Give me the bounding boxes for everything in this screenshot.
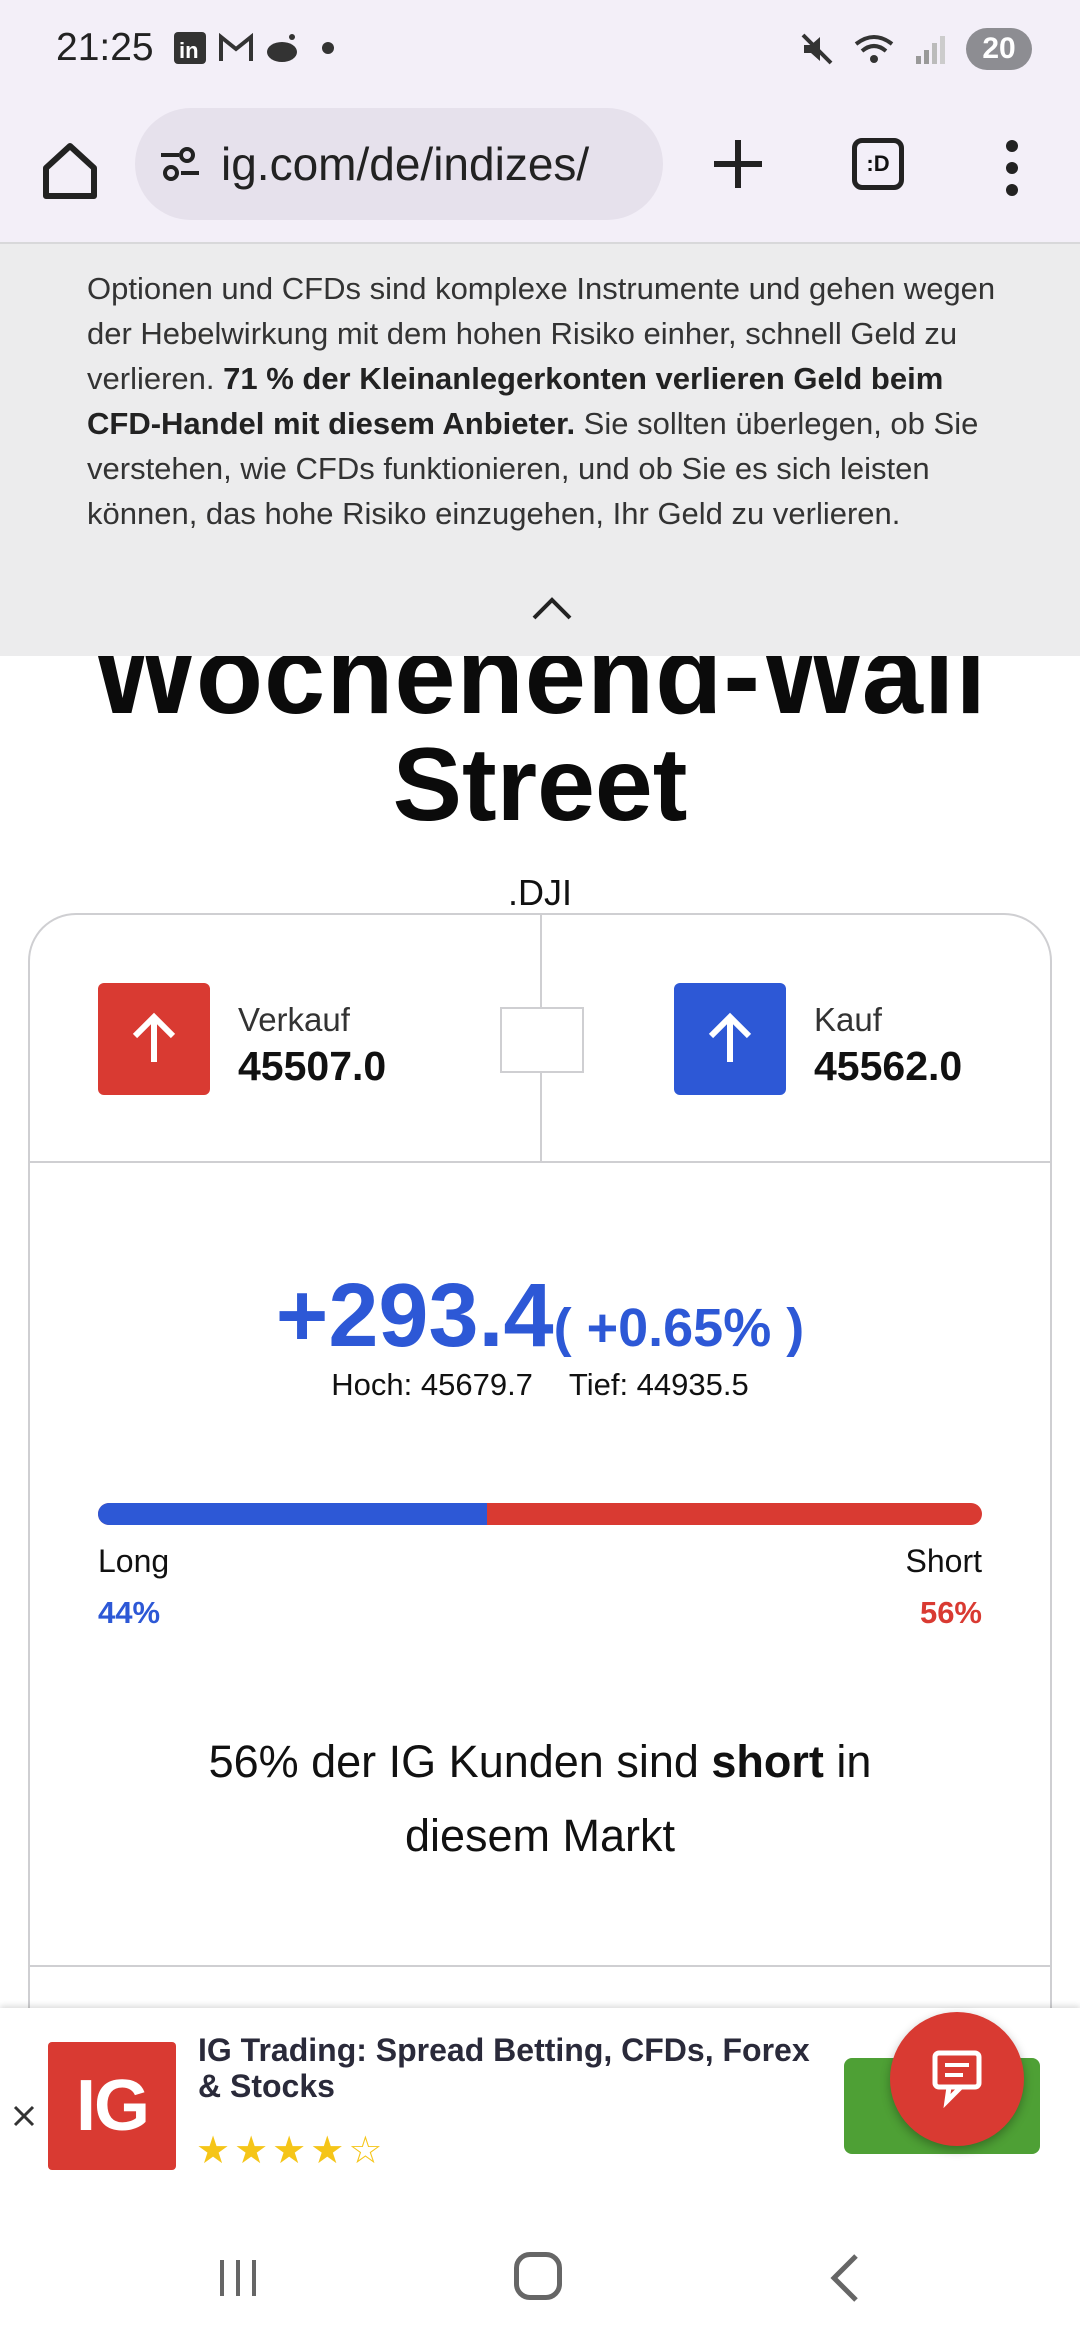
gmail-icon xyxy=(218,30,254,66)
star-icon: ★ xyxy=(272,2130,307,2172)
long-label: Long xyxy=(98,1543,170,1579)
high-low: Hoch: 45679.7 Tief: 44935.5 xyxy=(30,1367,1050,1403)
buy-price[interactable]: 45562.0 xyxy=(814,1043,962,1090)
change-percent: ( +0.65% ) xyxy=(553,1298,805,1358)
page-title: Street xyxy=(392,727,688,843)
chat-icon xyxy=(932,2050,982,2109)
home-button[interactable] xyxy=(38,138,102,202)
new-tab-button[interactable] xyxy=(706,132,770,196)
spread-box xyxy=(500,1007,584,1073)
home-nav-icon[interactable] xyxy=(514,2252,562,2300)
mute-icon xyxy=(801,33,833,65)
change-value: +293.4 xyxy=(275,1266,554,1366)
system-icons: 20 xyxy=(800,28,1032,70)
address-bar[interactable]: ig.com/de/indizes/ xyxy=(135,108,663,220)
star-icon: ★ xyxy=(196,2130,231,2172)
market-card: Verkauf 45507.0 Kauf 45562.0 +293.4( +0.… xyxy=(28,913,1052,2013)
sentiment-text: 56% der IG Kunden sind short in diesem M… xyxy=(208,1736,872,1861)
tab-switcher-button[interactable]: :D xyxy=(852,138,904,190)
sell-button[interactable] xyxy=(98,983,210,1095)
status-bar: 21:25 in 20 xyxy=(0,0,1080,102)
more-vertical-icon xyxy=(1006,140,1018,196)
system-nav-bar xyxy=(0,2204,1080,2340)
sentiment-bar xyxy=(98,1503,982,1525)
recent-apps-icon[interactable] xyxy=(216,2256,260,2305)
price-change: +293.4( +0.65% ) xyxy=(30,1265,1050,1368)
star-rating: ★ ★ ★ ★ ☆ xyxy=(196,2132,382,2170)
notification-icons: in xyxy=(172,30,346,66)
star-icon: ★ xyxy=(234,2130,269,2172)
star-half-icon: ☆ xyxy=(348,2130,383,2172)
sell-label: Verkauf xyxy=(238,1001,350,1038)
arrow-up-icon xyxy=(708,1012,752,1062)
dot-icon xyxy=(310,30,346,66)
arrow-up-icon xyxy=(132,1012,176,1062)
low-value: Tief: 44935.5 xyxy=(568,1367,749,1402)
signal-icon xyxy=(916,36,945,64)
chevron-up-icon[interactable] xyxy=(530,594,574,622)
home-icon xyxy=(43,143,97,199)
risk-warning-banner: Optionen und CFDs sind komplexe Instrume… xyxy=(0,242,1080,656)
battery-indicator: 20 xyxy=(966,28,1032,70)
reddit-icon xyxy=(264,30,300,66)
plus-icon xyxy=(714,140,762,188)
divider xyxy=(30,1965,1050,1967)
buy-button[interactable] xyxy=(674,983,786,1095)
chat-button[interactable] xyxy=(890,2012,1024,2146)
site-settings-icon[interactable] xyxy=(157,141,203,187)
wifi-icon xyxy=(854,35,894,63)
svg-text:in: in xyxy=(179,38,199,63)
long-percent: 44% xyxy=(98,1595,161,1630)
price-row: Verkauf 45507.0 Kauf 45562.0 xyxy=(30,915,1050,1163)
status-time: 21:25 xyxy=(56,26,154,69)
buy-label: Kauf xyxy=(814,1001,882,1038)
ig-app-logo[interactable]: IG xyxy=(48,2042,176,2170)
risk-warning-text: Optionen und CFDs sind komplexe Instrume… xyxy=(87,271,996,531)
star-icon: ★ xyxy=(310,2130,345,2172)
short-label: Short xyxy=(905,1543,982,1579)
overflow-menu-button[interactable] xyxy=(1000,138,1024,198)
close-icon[interactable] xyxy=(12,2104,36,2128)
url-text[interactable]: ig.com/de/indizes/ xyxy=(221,137,589,191)
back-icon[interactable] xyxy=(826,2252,862,2309)
app-title[interactable]: IG Trading: Spread Betting, CFDs, Forex … xyxy=(198,2032,838,2104)
sentiment-bar-long xyxy=(98,1503,487,1525)
browser-toolbar: ig.com/de/indizes/ :D xyxy=(0,102,1080,242)
linkedin-icon: in xyxy=(172,30,208,66)
high-value: Hoch: 45679.7 xyxy=(331,1367,533,1402)
sell-price[interactable]: 45507.0 xyxy=(238,1043,386,1090)
ticker-symbol: .DJI xyxy=(507,872,572,913)
short-percent: 56% xyxy=(919,1595,982,1630)
